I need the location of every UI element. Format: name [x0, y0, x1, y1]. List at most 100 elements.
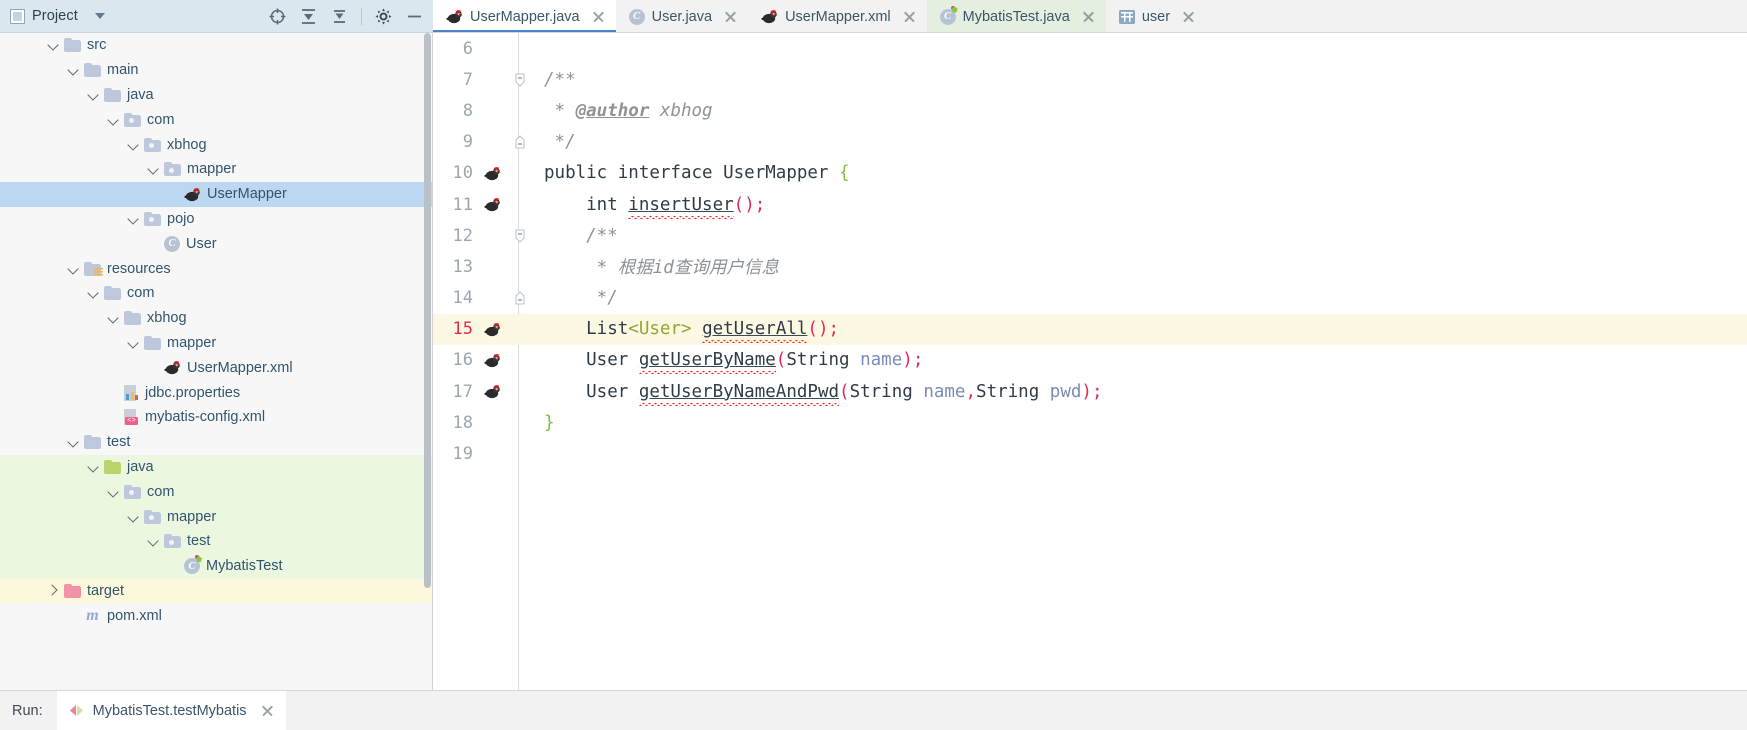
- tree-node-mybatistest[interactable]: C MybatisTest: [0, 553, 432, 579]
- tree-toggle-open-icon[interactable]: [68, 437, 79, 448]
- properties-file-icon: [124, 384, 139, 401]
- code-line-9[interactable]: 9 */: [433, 127, 1747, 158]
- mybatis-gutter-icon[interactable]: [475, 166, 509, 181]
- settings-icon[interactable]: [374, 7, 393, 26]
- code-line-13[interactable]: 13 * 根据id查询用户信息: [433, 251, 1747, 282]
- run-configuration-label: MybatisTest.testMybatis: [92, 702, 247, 719]
- package-folder-icon: [144, 137, 161, 152]
- code-line-17[interactable]: 17 User getUserByNameAndPwd(String name,…: [433, 376, 1747, 407]
- tree-toggle-open-icon[interactable]: [128, 511, 139, 522]
- code-text: int insertUser();: [544, 194, 766, 215]
- project-tree[interactable]: src main java com xbhog mapper UserMapper pojo C…: [0, 33, 433, 690]
- run-configuration-tab[interactable]: MybatisTest.testMybatis: [56, 690, 286, 730]
- tree-node-mapper[interactable]: mapper: [0, 504, 432, 529]
- tree-node-main[interactable]: main: [0, 58, 432, 83]
- tree-scrollbar[interactable]: [424, 33, 431, 588]
- code-line-10[interactable]: 10 public interface UserMapper {: [433, 158, 1747, 189]
- code-line-14[interactable]: 14 */: [433, 283, 1747, 314]
- close-icon[interactable]: [1082, 10, 1095, 23]
- code-editor[interactable]: 6 7/** 8 * @author xbhog 9 */10 public inter…: [433, 33, 1747, 690]
- code-line-8[interactable]: 8 * @author xbhog: [433, 95, 1747, 126]
- tree-node-pojo[interactable]: pojo: [0, 207, 432, 232]
- tree-toggle-open-icon[interactable]: [88, 288, 99, 299]
- editor-tab-user[interactable]: user: [1106, 0, 1206, 32]
- tree-node-com[interactable]: com: [0, 479, 432, 505]
- tree-node-java[interactable]: java: [0, 83, 432, 108]
- tree-node-jdbc-properties[interactable]: jdbc.properties: [0, 380, 432, 405]
- tree-node-xbhog[interactable]: xbhog: [0, 132, 432, 157]
- tree-toggle-open-icon[interactable]: [148, 164, 159, 175]
- collapse-all-icon[interactable]: [299, 7, 318, 26]
- tree-node-target[interactable]: target: [0, 578, 432, 604]
- tree-node-user[interactable]: C User: [0, 231, 432, 256]
- code-fold-minus-icon[interactable]: [509, 72, 531, 88]
- tree-node-usermapper[interactable]: UserMapper: [0, 181, 432, 207]
- tree-node-src[interactable]: src: [0, 33, 432, 58]
- locate-icon[interactable]: [268, 7, 287, 26]
- code-line-15[interactable]: 15 List<User> getUserAll();: [433, 313, 1747, 345]
- code-line-11[interactable]: 11 int insertUser();: [433, 189, 1747, 220]
- hide-icon[interactable]: [405, 7, 424, 26]
- tree-toggle-open-icon[interactable]: [88, 89, 99, 100]
- tree-toggle-open-icon[interactable]: [88, 461, 99, 472]
- project-window-icon: [10, 8, 25, 24]
- tree-node-label: mapper: [167, 508, 217, 525]
- tree-node-label: UserMapper: [207, 186, 287, 203]
- close-icon[interactable]: [1182, 10, 1195, 23]
- mybatis-gutter-icon[interactable]: [475, 353, 509, 368]
- code-line-18[interactable]: 18}: [433, 407, 1747, 438]
- tree-node-mybatis-config-xml[interactable]: <> mybatis-config.xml: [0, 405, 432, 430]
- editor-tab-user-java[interactable]: C User.java: [616, 0, 748, 32]
- tree-toggle-open-icon[interactable]: [108, 486, 119, 497]
- close-icon[interactable]: [903, 10, 916, 23]
- tree-node-resources[interactable]: resources: [0, 256, 432, 281]
- line-number: 16: [452, 350, 473, 371]
- tree-toggle-open-icon[interactable]: [108, 313, 119, 324]
- tree-node-label: java: [127, 458, 154, 475]
- mybatis-gutter-icon[interactable]: [475, 197, 509, 212]
- java-test-class-icon: C: [184, 555, 200, 575]
- line-number: 11: [452, 194, 473, 215]
- editor-tab-usermapper-java[interactable]: UserMapper.java: [433, 0, 616, 32]
- code-line-12[interactable]: 12 /**: [433, 220, 1747, 251]
- expand-all-icon[interactable]: [330, 7, 349, 26]
- folder-icon: [84, 435, 101, 450]
- tree-spacer-icon: [168, 189, 179, 200]
- code-line-6[interactable]: 6: [433, 33, 1747, 64]
- tree-toggle-open-icon[interactable]: [128, 139, 139, 150]
- tree-node-test[interactable]: test: [0, 528, 432, 554]
- close-icon[interactable]: [724, 10, 737, 23]
- chevron-down-icon[interactable]: [94, 13, 105, 19]
- tree-toggle-open-icon[interactable]: [128, 337, 139, 348]
- tree-toggle-open-icon[interactable]: [68, 263, 79, 274]
- code-line-7[interactable]: 7 /**: [433, 64, 1747, 95]
- tree-toggle-open-icon[interactable]: [148, 536, 159, 547]
- tree-toggle-closed-icon[interactable]: [48, 585, 59, 596]
- project-title-group[interactable]: Project: [10, 8, 105, 24]
- close-icon[interactable]: [261, 704, 274, 717]
- code-fold-end-icon[interactable]: [509, 290, 531, 306]
- mybatis-gutter-icon[interactable]: [475, 384, 509, 399]
- code-line-16[interactable]: 16 User getUserByName(String name);: [433, 345, 1747, 376]
- tree-toggle-open-icon[interactable]: [48, 40, 59, 51]
- tree-node-java[interactable]: java: [0, 454, 432, 480]
- editor-tab-mybatistest-java[interactable]: C MybatisTest.java: [926, 0, 1106, 32]
- code-fold-end-icon[interactable]: [509, 134, 531, 150]
- tree-node-mapper[interactable]: mapper: [0, 331, 432, 356]
- editor-tab-usermapper-xml[interactable]: UserMapper.xml: [748, 0, 927, 32]
- tree-node-pom-xml[interactable]: m pom.xml: [0, 603, 432, 628]
- tree-toggle-open-icon[interactable]: [68, 65, 79, 76]
- tree-toggle-open-icon[interactable]: [108, 114, 119, 125]
- tree-node-test[interactable]: test: [0, 430, 432, 455]
- tree-node-xbhog[interactable]: xbhog: [0, 306, 432, 331]
- code-text: }: [544, 412, 555, 433]
- tree-node-com[interactable]: com: [0, 281, 432, 306]
- tree-node-com[interactable]: com: [0, 107, 432, 132]
- mybatis-gutter-icon[interactable]: [475, 322, 509, 337]
- tree-node-mapper[interactable]: mapper: [0, 157, 432, 182]
- tree-toggle-open-icon[interactable]: [128, 213, 139, 224]
- code-fold-minus-icon[interactable]: [509, 228, 531, 244]
- close-icon[interactable]: [592, 10, 605, 23]
- tree-node-usermapper-xml[interactable]: UserMapper.xml: [0, 355, 432, 380]
- code-line-19[interactable]: 19: [433, 438, 1747, 469]
